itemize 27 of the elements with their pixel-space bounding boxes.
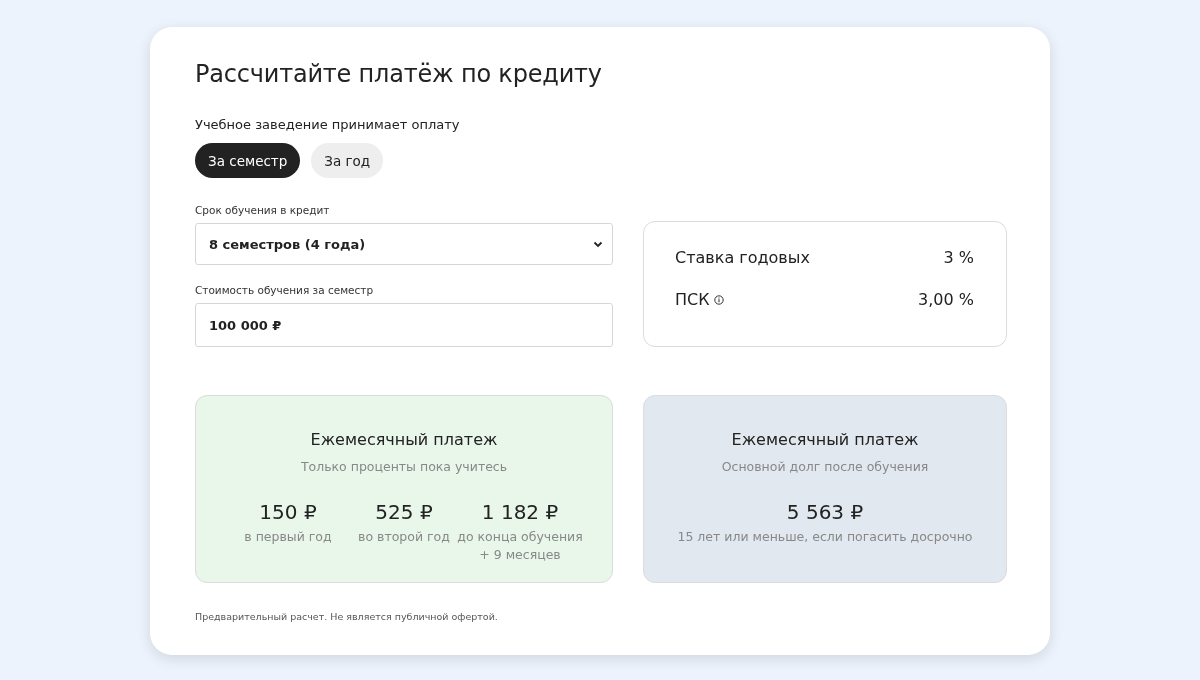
page-title: Рассчитайте платёж по кредиту	[195, 60, 602, 88]
payment-title: Ежемесячный платеж	[731, 430, 919, 449]
payment-amount: 5 563 ₽	[786, 500, 864, 524]
field-label: Срок обучения в кредит	[195, 204, 330, 216]
rate-value: 3,00 %	[918, 290, 974, 309]
period-tab[interactable]: За год	[311, 143, 384, 178]
rate-label: Ставка годовых	[675, 248, 810, 267]
payment-amount: 1 182 ₽	[481, 500, 559, 524]
disclaimer-text: Предварительный расчет. Не является публичной офертой.	[195, 611, 498, 622]
rate-label: ПСК	[675, 290, 710, 309]
payment-subtitle: Основной долг после обучения	[721, 459, 929, 474]
payment-subtitle: Только проценты пока учитесь	[300, 459, 508, 474]
payment-caption: 15 лет или меньше, если погасить досрочно	[677, 528, 973, 546]
chevron-down-icon	[593, 240, 603, 248]
cost-input-field[interactable]: 100 000 ₽	[195, 303, 613, 347]
payment-caption: во второй год	[358, 528, 450, 546]
payment-caption: в первый год	[244, 528, 332, 546]
payment-amount: 150 ₽	[259, 500, 317, 524]
payment-mode-label: Учебное заведение принимает оплату	[195, 117, 460, 132]
info-icon[interactable]	[713, 294, 724, 305]
field-label: Стоимость обучения за семестр	[195, 284, 374, 296]
rate-value: 3 %	[943, 248, 974, 267]
payment-amount: 525 ₽	[375, 500, 433, 524]
period-tab[interactable]: За семестр	[195, 143, 301, 178]
payment-caption: до конца обучения + 9 месяцев	[456, 528, 584, 564]
term-dropdown[interactable]: 8 семестров (4 года)	[195, 223, 613, 265]
payment-title: Ежемесячный платеж	[310, 430, 498, 449]
